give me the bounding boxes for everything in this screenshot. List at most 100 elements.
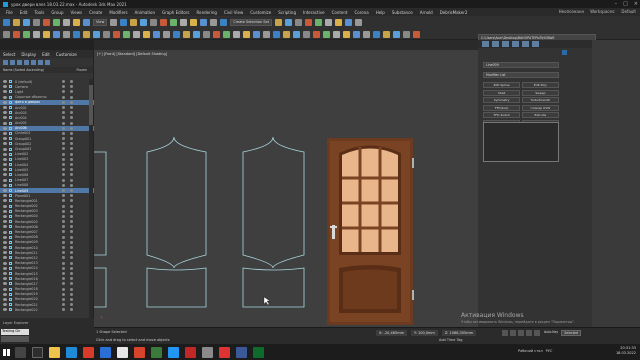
toolbar-tool-icon[interactable] [140,18,148,26]
freeze-toggle-icon[interactable] [70,261,73,265]
toolbar-tool-icon[interactable] [200,18,208,26]
freeze-toggle-icon[interactable] [70,287,73,291]
layer-explorer-label[interactable]: Layer Explorer [0,318,94,328]
render-toggle-icon[interactable] [62,287,65,291]
start-button[interactable] [0,344,12,360]
visibility-eye-icon[interactable] [3,287,7,291]
visibility-eye-icon[interactable] [3,85,7,89]
visibility-eye-icon[interactable] [3,111,7,115]
menu-item[interactable]: Arnold [420,10,433,15]
freeze-toggle-icon[interactable] [70,142,73,146]
toolbar-tool-icon[interactable] [63,18,70,26]
toolbar-tool-icon[interactable] [113,30,120,38]
freeze-toggle-icon[interactable] [70,246,73,249]
toolbar-tool-icon[interactable] [43,30,50,38]
render-toggle-icon[interactable] [62,271,65,275]
toolbar-tool-icon[interactable] [143,30,150,38]
visibility-eye-icon[interactable] [3,137,7,141]
visibility-eye-icon[interactable] [3,277,7,281]
modifier-button[interactable]: TurboSmooth [521,97,559,103]
render-toggle-icon[interactable] [62,111,65,115]
modify-tab-icon[interactable] [492,41,499,47]
explorer-header[interactable]: Name (Sorted Ascending) Frozen [0,67,93,73]
modifier-button[interactable]: Unwrap UVW [521,104,559,111]
chrome-icon[interactable] [117,346,128,358]
render-toggle-icon[interactable] [62,116,65,120]
freeze-toggle-icon[interactable] [70,157,73,161]
toolbar-tool-icon[interactable] [213,30,220,38]
menu-item[interactable]: Interactive [303,10,325,15]
visibility-eye-icon[interactable] [3,116,7,120]
render-toggle-icon[interactable] [62,105,65,109]
maxscript-output[interactable] [1,336,29,342]
render-toggle-icon[interactable] [62,282,65,286]
language-indicator[interactable]: РУС [546,349,553,353]
render-toggle-icon[interactable] [62,225,65,229]
visibility-eye-icon[interactable] [3,251,7,255]
maxscript-input[interactable]: Testing Dir [1,329,29,335]
auto-key-button[interactable]: Auto Key [544,330,558,336]
freeze-toggle-icon[interactable] [70,126,73,130]
render-toggle-icon[interactable] [62,126,65,130]
visibility-eye-icon[interactable] [3,272,7,276]
toolbar-tool-icon[interactable] [273,30,280,38]
visibility-eye-icon[interactable] [3,142,7,146]
filter-icon[interactable] [24,60,29,65]
toolbar-tool-icon[interactable] [123,30,130,38]
goto-start-icon[interactable] [502,330,508,336]
toolbar-tool-icon[interactable] [325,18,333,26]
toolbar-tool-icon[interactable] [83,30,90,38]
render-toggle-icon[interactable] [62,131,65,135]
render-toggle-icon[interactable] [62,235,65,239]
modifier-button[interactable]: Extrude [521,112,559,118]
toolbar-tool-icon[interactable] [163,30,170,38]
toolbar-tool-icon[interactable] [193,30,200,38]
visibility-eye-icon[interactable] [3,220,7,224]
hierarchy-tab-icon[interactable] [502,41,509,47]
toolbar-tool-icon[interactable] [120,18,128,26]
filter-icon[interactable] [38,60,43,65]
coord-z[interactable]: Z: 1068,305mm [441,330,477,336]
prev-frame-icon[interactable] [510,330,516,336]
toolbar-tool-icon[interactable] [233,30,240,38]
desktop-label[interactable]: Рабочий стол [518,349,543,353]
toolbar-tool-icon[interactable] [180,18,188,26]
toolbar-tool-icon[interactable] [353,30,360,38]
filter-icon[interactable] [17,60,22,65]
search-icon[interactable] [15,346,26,358]
freeze-toggle-icon[interactable] [70,152,73,156]
visibility-eye-icon[interactable] [3,183,7,187]
menu-item[interactable]: Views [71,10,83,15]
toolbar-tool-icon[interactable] [383,30,390,38]
freeze-toggle-icon[interactable] [70,282,73,286]
visibility-eye-icon[interactable] [3,189,7,193]
render-toggle-icon[interactable] [62,121,65,125]
render-toggle-icon[interactable] [62,137,65,141]
modifier-button[interactable]: Sweep [521,89,559,96]
toolbar-tool-icon[interactable] [160,18,168,26]
menu-item[interactable]: Substance [392,10,413,15]
menu-item[interactable]: Rendering [197,10,217,15]
modifier-list-dropdown[interactable]: Modifier List [483,72,559,78]
toolbar-tool-icon[interactable] [23,18,30,26]
freeze-toggle-icon[interactable] [70,271,73,275]
app-icon[interactable] [202,346,213,358]
freeze-toggle-icon[interactable] [70,178,73,182]
coord-y[interactable]: Y: 100,0mm [411,330,438,336]
toolbar-tool-icon[interactable] [210,18,218,26]
freeze-toggle-icon[interactable] [70,105,73,109]
toolbar-tool-icon[interactable] [3,30,10,38]
render-toggle-icon[interactable] [62,199,65,203]
color-swatch-icon[interactable] [562,50,567,55]
menu-item[interactable]: Graph Editors [162,10,189,15]
menu-item[interactable]: Group [51,10,63,15]
toolbar-tool-icon[interactable] [413,30,420,38]
toolbar-tool-icon[interactable] [305,18,313,26]
modifier-button[interactable]: Symmetry [483,97,521,103]
toolbar-tool-icon[interactable] [153,30,160,38]
freeze-toggle-icon[interactable] [70,209,73,213]
front-viewport[interactable]: [+] [Front] [Standard] [Default Shading] [94,50,478,327]
selected-dropdown[interactable]: Selected [561,330,582,336]
render-toggle-icon[interactable] [62,173,65,177]
render-toggle-icon[interactable] [62,240,65,244]
